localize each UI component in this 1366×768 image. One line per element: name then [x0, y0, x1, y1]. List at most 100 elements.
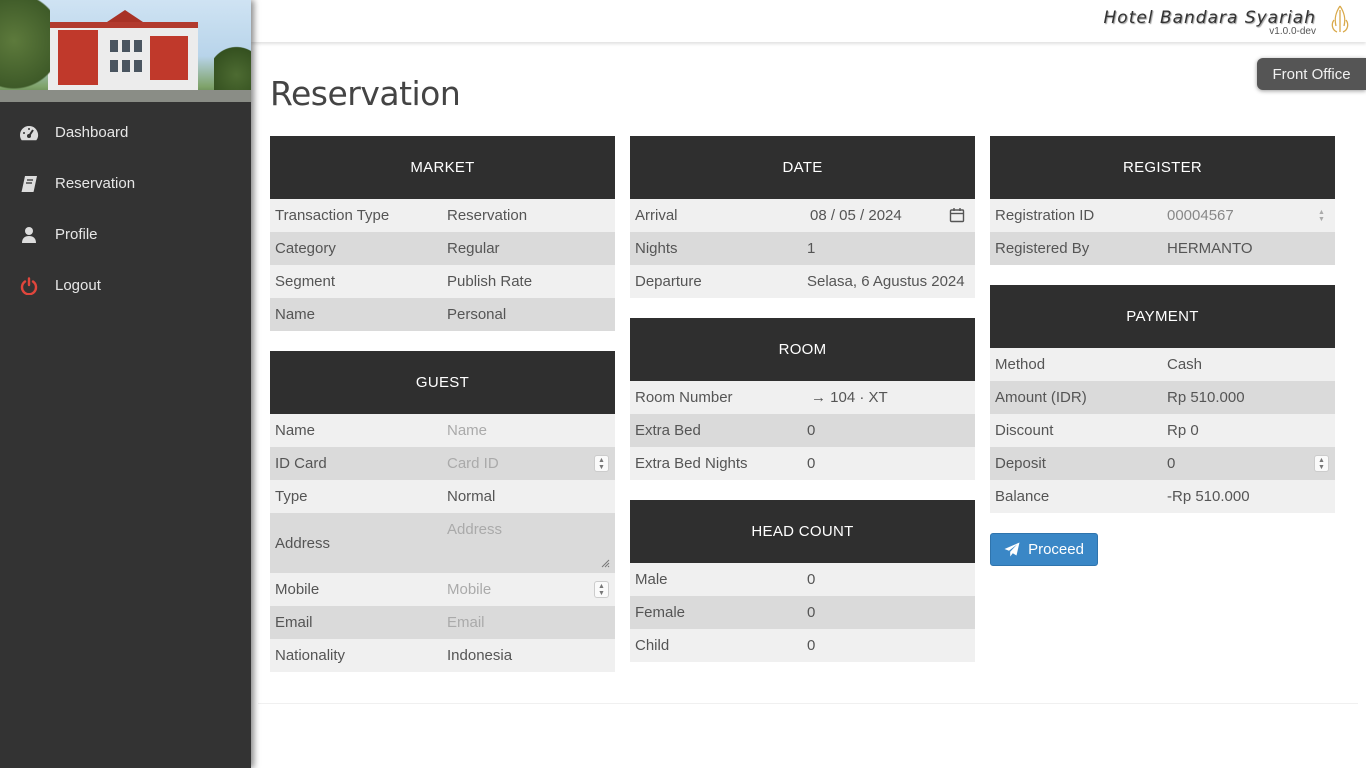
guest-type-select[interactable]: Normal	[443, 480, 615, 513]
nights-input[interactable]: 1	[803, 232, 975, 265]
panel-title: ROOM	[630, 318, 975, 381]
brand: Hotel Bandara Syariah v1.0.0-dev	[1104, 8, 1316, 37]
field-label: Registered By	[995, 240, 1090, 257]
sidebar-item-dashboard[interactable]: Dashboard	[0, 107, 251, 158]
category-select[interactable]: Regular	[443, 232, 615, 265]
date-row-arrival: Arrival 08 / 05 / 2024	[630, 199, 975, 232]
market-row-transaction-type: Transaction Type Reservation	[270, 199, 615, 232]
brand-logo-icon	[1331, 5, 1349, 33]
field-label: Nationality	[275, 647, 346, 664]
payment-row-deposit: Deposit 0 ▲ ▼	[990, 447, 1335, 480]
deposit-input[interactable]: 0 ▲ ▼	[1163, 447, 1335, 480]
field-label: Discount	[995, 422, 1054, 439]
sidebar-item-label: Profile	[55, 226, 98, 243]
date-row-departure: Departure Selasa, 6 Agustus 2024	[630, 265, 975, 298]
room-row-extra-bed-nights: Extra Bed Nights 0	[630, 447, 975, 480]
market-row-name: Name Personal	[270, 298, 615, 331]
payment-row-discount: Discount Rp 0	[990, 414, 1335, 447]
content-divider	[258, 703, 1358, 704]
dashboard-icon	[19, 123, 39, 143]
field-label: Arrival	[635, 207, 678, 224]
id-card-input[interactable]: Card ID ▲ ▼	[443, 447, 615, 480]
guest-row-id-card: ID Card Card ID ▲ ▼	[270, 447, 615, 480]
sidebar-item-logout[interactable]: Logout	[0, 260, 251, 311]
panel-title: MARKET	[270, 136, 615, 199]
nationality-select[interactable]: Indonesia	[443, 639, 615, 672]
panel-title: GUEST	[270, 351, 615, 414]
departure-value: Selasa, 6 Agustus 2024	[807, 273, 965, 290]
guest-row-nationality: Nationality Indonesia	[270, 639, 615, 672]
address-textarea[interactable]: Address	[443, 513, 615, 573]
date-row-nights: Nights 1	[630, 232, 975, 265]
room-row-number: Room Number → 104 · XT	[630, 381, 975, 414]
child-count-input[interactable]: 0	[803, 629, 975, 662]
email-input[interactable]: Email	[443, 606, 615, 639]
hotel-photo	[0, 0, 251, 102]
field-label: Departure	[635, 273, 702, 290]
mobile-placeholder: Mobile	[447, 581, 492, 598]
field-label: Balance	[995, 488, 1050, 505]
register-row-registered-by: Registered By HERMANTO	[990, 232, 1335, 265]
market-row-category: Category Regular	[270, 232, 615, 265]
mobile-input[interactable]: Mobile ▲ ▼	[443, 573, 615, 606]
field-label: Extra Bed Nights	[635, 455, 748, 472]
arrival-date-value: 08 / 05 / 2024	[810, 207, 902, 224]
guest-name-input[interactable]: Name	[443, 414, 615, 447]
field-label: Name	[275, 306, 316, 323]
deposit-stepper[interactable]: ▲ ▼	[1314, 455, 1329, 472]
headcount-row-female: Female 0	[630, 596, 975, 629]
headcount-row-male: Male 0	[630, 563, 975, 596]
room-number-select[interactable]: → 104 · XT	[803, 381, 975, 414]
field-label: Room Number	[635, 389, 733, 406]
registration-id-input[interactable]: 00004567 ▲ ▼	[1163, 199, 1335, 232]
sidebar-item-label: Dashboard	[55, 124, 129, 141]
sidebar-nav: Dashboard Reservation Profile Logout	[0, 107, 251, 311]
market-name-select[interactable]: Personal	[443, 298, 615, 331]
field-label: Child	[635, 637, 670, 654]
role-badge[interactable]: Front Office	[1257, 58, 1366, 90]
payment-row-amount: Amount (IDR) Rp 510.000	[990, 381, 1335, 414]
registered-by-value: HERMANTO	[1167, 240, 1253, 257]
field-label: Segment	[275, 273, 336, 290]
sidebar: Dashboard Reservation Profile Logout	[0, 0, 251, 768]
discount-value: Rp 0	[1167, 422, 1199, 439]
extra-bed-nights-input[interactable]: 0	[803, 447, 975, 480]
sidebar-item-label: Logout	[55, 277, 101, 294]
calendar-icon[interactable]	[949, 207, 965, 223]
deposit-value: 0	[1167, 455, 1176, 472]
female-count-input[interactable]: 0	[803, 596, 975, 629]
id-card-stepper[interactable]: ▲ ▼	[594, 455, 609, 472]
segment-select[interactable]: Publish Rate	[443, 265, 615, 298]
headcount-panel: HEAD COUNT Male 0 Female 0 Child 0	[630, 500, 975, 662]
field-label: ID Card	[275, 455, 327, 472]
power-icon	[19, 276, 39, 296]
date-panel: DATE Arrival 08 / 05 / 2024 Nights 1 Dep…	[630, 136, 975, 298]
mobile-stepper[interactable]: ▲ ▼	[594, 581, 609, 598]
panel-title: PAYMENT	[990, 285, 1335, 348]
sidebar-item-reservation[interactable]: Reservation	[0, 158, 251, 209]
extra-bed-input[interactable]: 0	[803, 414, 975, 447]
transaction-type-select[interactable]: Reservation	[443, 199, 615, 232]
payment-row-method: Method Cash	[990, 348, 1335, 381]
room-row-extra-bed: Extra Bed 0	[630, 414, 975, 447]
guest-row-address: Address Address	[270, 513, 615, 573]
paper-plane-icon	[1004, 542, 1020, 557]
amount-value: Rp 510.000	[1167, 389, 1245, 406]
guest-panel: GUEST Name Name ID Card Card ID ▲ ▼ Type …	[270, 351, 615, 672]
field-label: Male	[635, 571, 668, 588]
room-panel: ROOM Room Number → 104 · XT Extra Bed 0 …	[630, 318, 975, 480]
field-label: Address	[275, 534, 331, 552]
id-card-placeholder: Card ID	[447, 455, 499, 472]
registration-id-stepper[interactable]: ▲ ▼	[1314, 207, 1329, 224]
field-label: Category	[275, 240, 336, 257]
proceed-button[interactable]: Proceed	[990, 533, 1098, 566]
resize-handle-icon[interactable]	[601, 559, 610, 568]
book-icon	[19, 174, 39, 194]
panel-title: DATE	[630, 136, 975, 199]
male-count-input[interactable]: 0	[803, 563, 975, 596]
guest-row-name: Name Name	[270, 414, 615, 447]
payment-method-select[interactable]: Cash	[1163, 348, 1335, 381]
arrival-date-input[interactable]: 08 / 05 / 2024	[803, 199, 975, 232]
sidebar-item-profile[interactable]: Profile	[0, 209, 251, 260]
field-label: Amount (IDR)	[995, 389, 1087, 406]
